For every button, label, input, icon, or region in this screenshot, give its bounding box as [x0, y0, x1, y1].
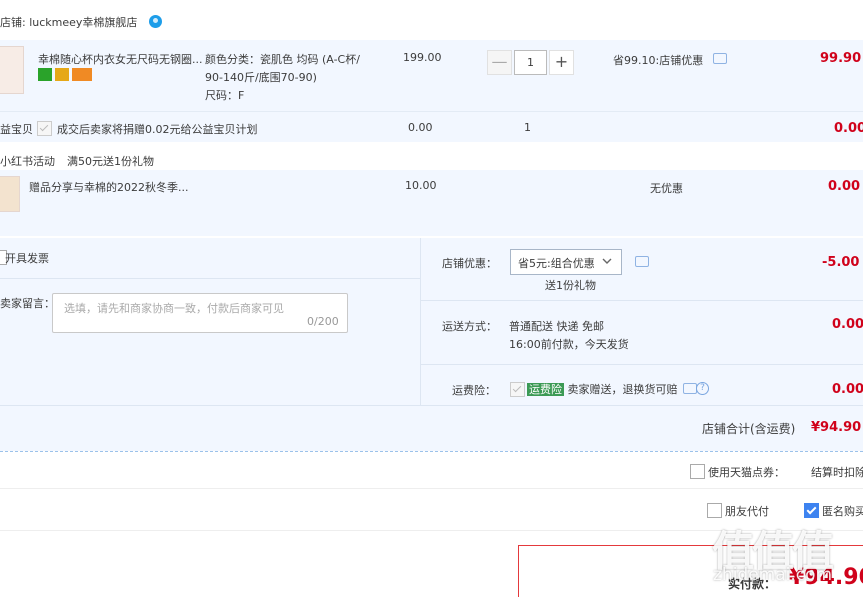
invoice-label: 开具发票	[5, 252, 49, 265]
tmall-coupon-checkbox[interactable]	[690, 464, 705, 479]
divider	[0, 405, 863, 406]
divider	[0, 488, 863, 489]
store-total-label: 店铺合计(含运费)	[702, 422, 796, 436]
divider	[0, 111, 863, 112]
insurance-tag: 运费险	[527, 383, 564, 396]
divider	[421, 300, 863, 301]
credit-card-icon	[72, 67, 92, 81]
message-counter: 0/200	[307, 315, 339, 328]
divider	[0, 278, 420, 279]
charity-qty: 1	[524, 121, 531, 134]
unit-price: 199.00	[403, 51, 442, 64]
tmall-coupon-label: 使用天猫点券：	[708, 466, 785, 479]
shipping-label: 运送方式：	[442, 320, 497, 333]
gift-title-link[interactable]: 赠品分享与幸棉的2022秋冬季...	[29, 179, 188, 195]
wangwang-chat-icon[interactable]	[148, 15, 162, 28]
product-thumbnail[interactable]	[0, 46, 24, 94]
friend-pay-checkbox[interactable]	[707, 503, 722, 518]
shipping-method: 普通配送 快递 免邮	[509, 320, 604, 333]
product-spec-range: 90-140斤/底围70-90)	[205, 71, 317, 84]
product-title-link[interactable]: 幸棉随心杯内衣女无尺码无钢圈...	[38, 51, 203, 67]
anonymous-checkbox[interactable]	[804, 503, 819, 518]
item-subtotal: 99.90	[820, 51, 862, 66]
charity-subtotal: 0.00	[834, 121, 863, 136]
shipping-amount: 0.00	[832, 317, 863, 332]
guarantee-icon	[55, 67, 69, 81]
seven-day-return-icon	[38, 67, 52, 81]
discount-chat-icon[interactable]	[635, 256, 649, 267]
insurance-label: 运费险：	[452, 384, 496, 397]
gift-price: 10.00	[405, 179, 437, 192]
quantity-stepper: — 1 +	[487, 50, 574, 75]
insurance-chat-icon[interactable]	[683, 383, 697, 394]
shop-gift-note: 送1份礼物	[545, 279, 596, 292]
chevron-down-icon	[602, 258, 612, 264]
insurance-info: 运费险 卖家赠送，退换货可赔	[527, 381, 678, 397]
gift-thumbnail[interactable]	[0, 176, 20, 212]
friend-pay-label: 朋友代付	[725, 505, 769, 518]
shop-discount-select[interactable]: 省5元:组合优惠	[510, 249, 622, 275]
watermark-site: zhidemai.com	[713, 565, 833, 585]
divider	[421, 364, 863, 365]
item-discount-text: 省99.10:店铺优惠	[613, 54, 704, 67]
quantity-minus-button[interactable]: —	[487, 50, 512, 75]
insurance-amount: 0.00	[832, 382, 863, 397]
promo-tag: 小红书活动	[0, 155, 55, 168]
shipping-eta: 16:00前付款，今天发货	[509, 338, 629, 351]
message-placeholder: 选填，请先和商家协商一致，付款后商家可见	[64, 302, 284, 315]
column-divider	[420, 238, 421, 405]
discount-info-icon[interactable]	[712, 53, 727, 64]
dashed-divider	[0, 451, 863, 452]
help-icon[interactable]: ?	[696, 382, 709, 395]
shop-discount-amount: -5.00	[822, 255, 860, 270]
charity-checkbox[interactable]	[37, 121, 52, 136]
charity-label: 益宝贝	[0, 123, 33, 136]
store-total-amount: ¥94.90	[811, 420, 862, 435]
gift-discount: 无优惠	[650, 182, 683, 195]
gift-subtotal: 0.00	[828, 179, 861, 194]
store-prefix: 店铺:	[0, 16, 26, 29]
item-discount: 省99.10:店铺优惠	[613, 52, 727, 68]
charity-text: 成交后卖家将捐赠0.02元给公益宝贝计划	[57, 123, 258, 136]
store-header: 店铺: luckmeey幸棉旗舰店	[0, 14, 162, 30]
insurance-text: 卖家赠送，退换货可赔	[567, 383, 678, 396]
shop-discount-selected: 省5元:组合优惠	[518, 257, 595, 270]
shop-discount-label: 店铺优惠：	[442, 257, 497, 270]
charity-price: 0.00	[408, 121, 433, 134]
anonymous-label: 匿名购买	[822, 505, 863, 518]
store-name-link[interactable]: luckmeey幸棉旗舰店	[29, 16, 137, 29]
product-spec-color: 颜色分类：瓷肌色 均码 (A-C杯/	[205, 53, 360, 66]
tmall-coupon-note: 结算时扣除	[811, 466, 863, 479]
service-badges	[38, 67, 95, 81]
quantity-input[interactable]: 1	[514, 50, 547, 75]
message-textarea[interactable]: 选填，请先和商家协商一致，付款后商家可见 0/200	[52, 293, 348, 333]
message-label: 卖家留言：	[0, 297, 55, 310]
insurance-checkbox[interactable]	[510, 382, 525, 397]
promo-desc: 满50元送1份礼物	[67, 155, 154, 168]
quantity-plus-button[interactable]: +	[549, 50, 574, 75]
product-spec-size: 尺码：F	[205, 89, 245, 102]
